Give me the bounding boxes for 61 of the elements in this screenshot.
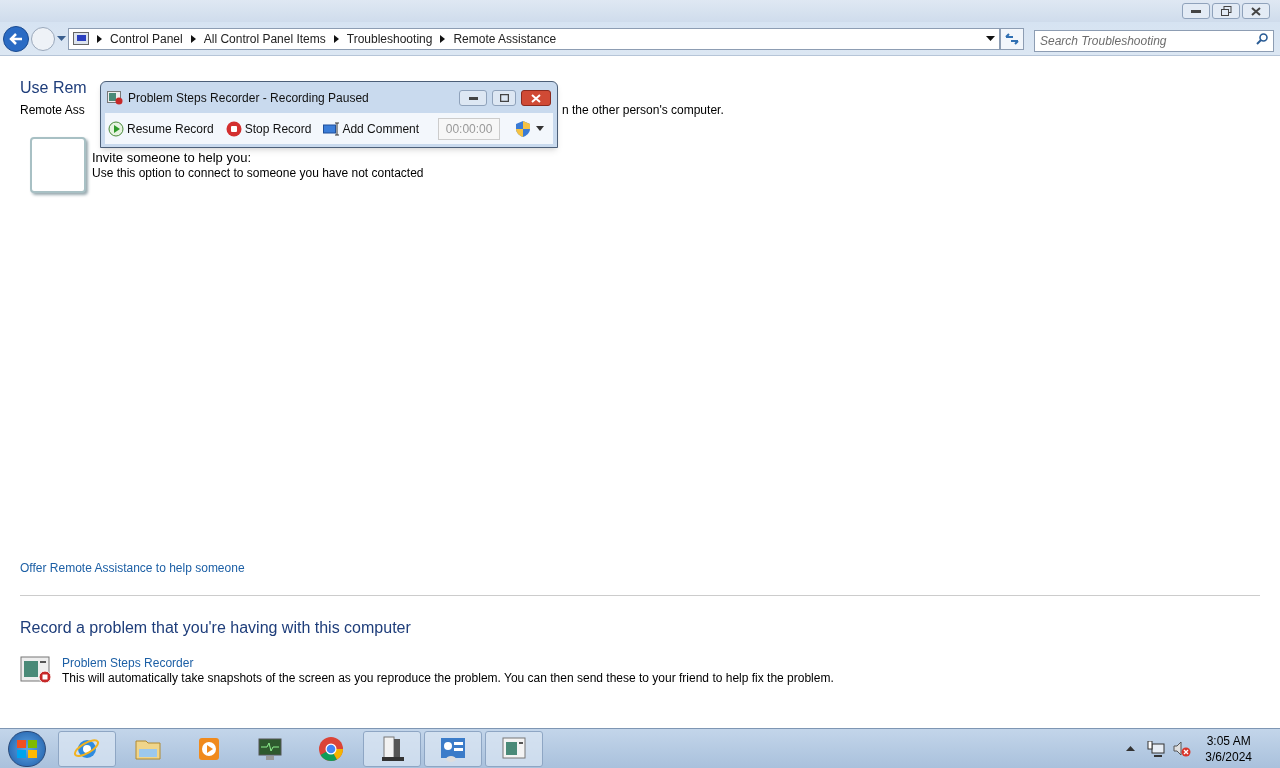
start-button[interactable] <box>8 730 46 767</box>
section-heading: Record a problem that you're having with this computer <box>20 618 412 638</box>
close-icon <box>531 93 541 103</box>
minimize-button[interactable] <box>459 90 487 106</box>
stop-button[interactable]: Stop Record <box>224 119 313 138</box>
search-field[interactable]: Search Troubleshooting <box>1034 29 1274 52</box>
window-title: Problem Steps Recorder - Recording Paused <box>128 90 369 107</box>
breadcrumb-link[interactable]: All Control Panel Items <box>203 29 326 48</box>
address-bar[interactable]: Control Panel All Control Panel Items Troubleshooting Remote Assistance <box>68 27 1000 50</box>
close-button[interactable] <box>521 90 551 106</box>
option-title[interactable]: Invite someone to help you: <box>92 150 424 165</box>
chevron-icon[interactable] <box>190 34 196 43</box>
comment-icon <box>323 120 340 137</box>
section-heading: Use Rem <box>20 78 87 98</box>
dropdown-icon[interactable] <box>536 126 545 131</box>
refresh-button[interactable] <box>1000 27 1024 50</box>
clock-time[interactable]: 3:05 AM <box>1206 732 1251 749</box>
shield-icon[interactable] <box>516 120 531 137</box>
dropdown-icon[interactable] <box>986 36 995 41</box>
resume-button[interactable]: Resume Record <box>107 119 215 138</box>
minimize-icon <box>1191 9 1201 13</box>
stop-icon <box>225 120 242 137</box>
play-icon <box>108 120 124 137</box>
breadcrumb-link[interactable]: Control Panel <box>110 29 183 48</box>
close-icon <box>1251 6 1261 16</box>
chevron-icon[interactable] <box>440 34 446 43</box>
recorder-description: This will automatically take snapshots of the screen as you reproduce the problem. You can then send these to your friend to help fix the problem. <box>62 671 834 686</box>
back-button[interactable] <box>3 25 29 52</box>
restore-icon <box>1220 6 1232 16</box>
windows-logo-icon <box>17 739 37 758</box>
add-comment-button[interactable]: Add Comment <box>322 119 421 138</box>
chevron-icon[interactable] <box>97 34 102 43</box>
muted-speaker-icon[interactable] <box>1173 740 1192 757</box>
control-panel-icon <box>73 32 89 45</box>
restore-button[interactable] <box>1212 3 1240 19</box>
refresh-icon <box>1005 32 1019 45</box>
timer-display: 00:00:00 <box>438 117 501 140</box>
recorder-icon <box>20 656 52 684</box>
clock-date[interactable]: 3/6/2024 <box>1205 748 1252 765</box>
recorder-link[interactable]: Problem Steps Recorder <box>62 656 194 671</box>
maximize-icon <box>499 94 509 102</box>
chevron-icon[interactable] <box>333 34 339 43</box>
close-button[interactable] <box>1242 3 1270 19</box>
description-text: Remote Ass <box>20 103 85 117</box>
offer-assistance-link[interactable]: Offer Remote Assistance to help someone <box>20 560 245 576</box>
recorder-icon <box>107 91 123 105</box>
minimize-icon <box>468 96 478 100</box>
history-dropdown-icon[interactable] <box>57 36 66 41</box>
breadcrumb-link[interactable]: Remote Assistance <box>453 29 557 48</box>
back-arrow-icon <box>9 32 23 45</box>
search-icon[interactable] <box>1256 32 1268 45</box>
description-text: n the other person's computer. <box>562 102 724 118</box>
invite-tile-icon <box>30 137 86 193</box>
chrome-icon <box>317 734 345 763</box>
option-description: Use this option to connect to someone you have not contacted <box>92 166 424 181</box>
maximize-button[interactable] <box>492 90 516 106</box>
show-hidden-icons-icon[interactable] <box>1126 746 1136 751</box>
taskbar-button[interactable] <box>363 730 421 767</box>
minimize-button[interactable] <box>1182 3 1210 19</box>
breadcrumb-link[interactable]: Troubleshooting <box>346 29 433 48</box>
network-icon[interactable] <box>1147 740 1166 757</box>
